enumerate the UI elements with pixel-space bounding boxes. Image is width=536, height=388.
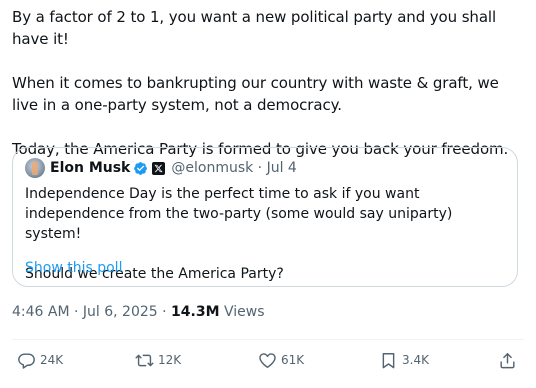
tweet-paragraph-1: By a factor of 2 to 1, you want a new po… (12, 8, 497, 48)
quoted-handle-date[interactable]: @elonmusk · Jul 4 (171, 160, 296, 176)
repost-button[interactable]: 12K (135, 348, 181, 372)
tweet-paragraph-2: When it comes to bankrupting our country… (12, 74, 499, 114)
share-icon (500, 352, 515, 368)
tweet-meta: 4:46 AM · Jul 6, 2025 · 14.3M Views (12, 304, 264, 320)
views-label: Views (219, 304, 265, 320)
repost-count: 12K (158, 353, 182, 367)
views-count[interactable]: 14.3M (171, 304, 219, 320)
bookmark-button[interactable]: 3.4K (379, 348, 429, 372)
tweet-text: By a factor of 2 to 1, you want a new po… (12, 6, 528, 160)
reply-icon (18, 352, 35, 369)
reply-count: 24K (40, 353, 64, 367)
bookmark-count: 3.4K (402, 353, 429, 367)
quoted-author-name[interactable]: Elon Musk (50, 160, 130, 176)
reply-button[interactable]: 24K (17, 348, 63, 372)
action-bar: 24K 12K 61K 3.4K (0, 348, 536, 372)
quoted-tweet-card[interactable]: Elon Musk @elonmusk · Jul 4 Independence… (12, 147, 518, 287)
like-button[interactable]: 61K (258, 348, 304, 372)
show-poll-link[interactable]: Show this poll (25, 260, 122, 276)
heart-icon (259, 352, 276, 368)
x-logo-icon (152, 161, 166, 175)
timestamp[interactable]: 4:46 AM · Jul 6, 2025 · (12, 304, 171, 320)
repost-icon (135, 354, 154, 366)
divider (12, 339, 524, 340)
tweet: By a factor of 2 to 1, you want a new po… (0, 0, 536, 388)
verified-badge-icon (134, 161, 148, 175)
bookmark-icon (382, 352, 395, 368)
quoted-tweet-header: Elon Musk @elonmusk · Jul 4 (25, 158, 297, 178)
like-count: 61K (281, 353, 305, 367)
share-button[interactable] (498, 348, 517, 372)
avatar[interactable] (25, 158, 45, 178)
quoted-paragraph-1: Independence Day is the perfect time to … (25, 186, 453, 242)
